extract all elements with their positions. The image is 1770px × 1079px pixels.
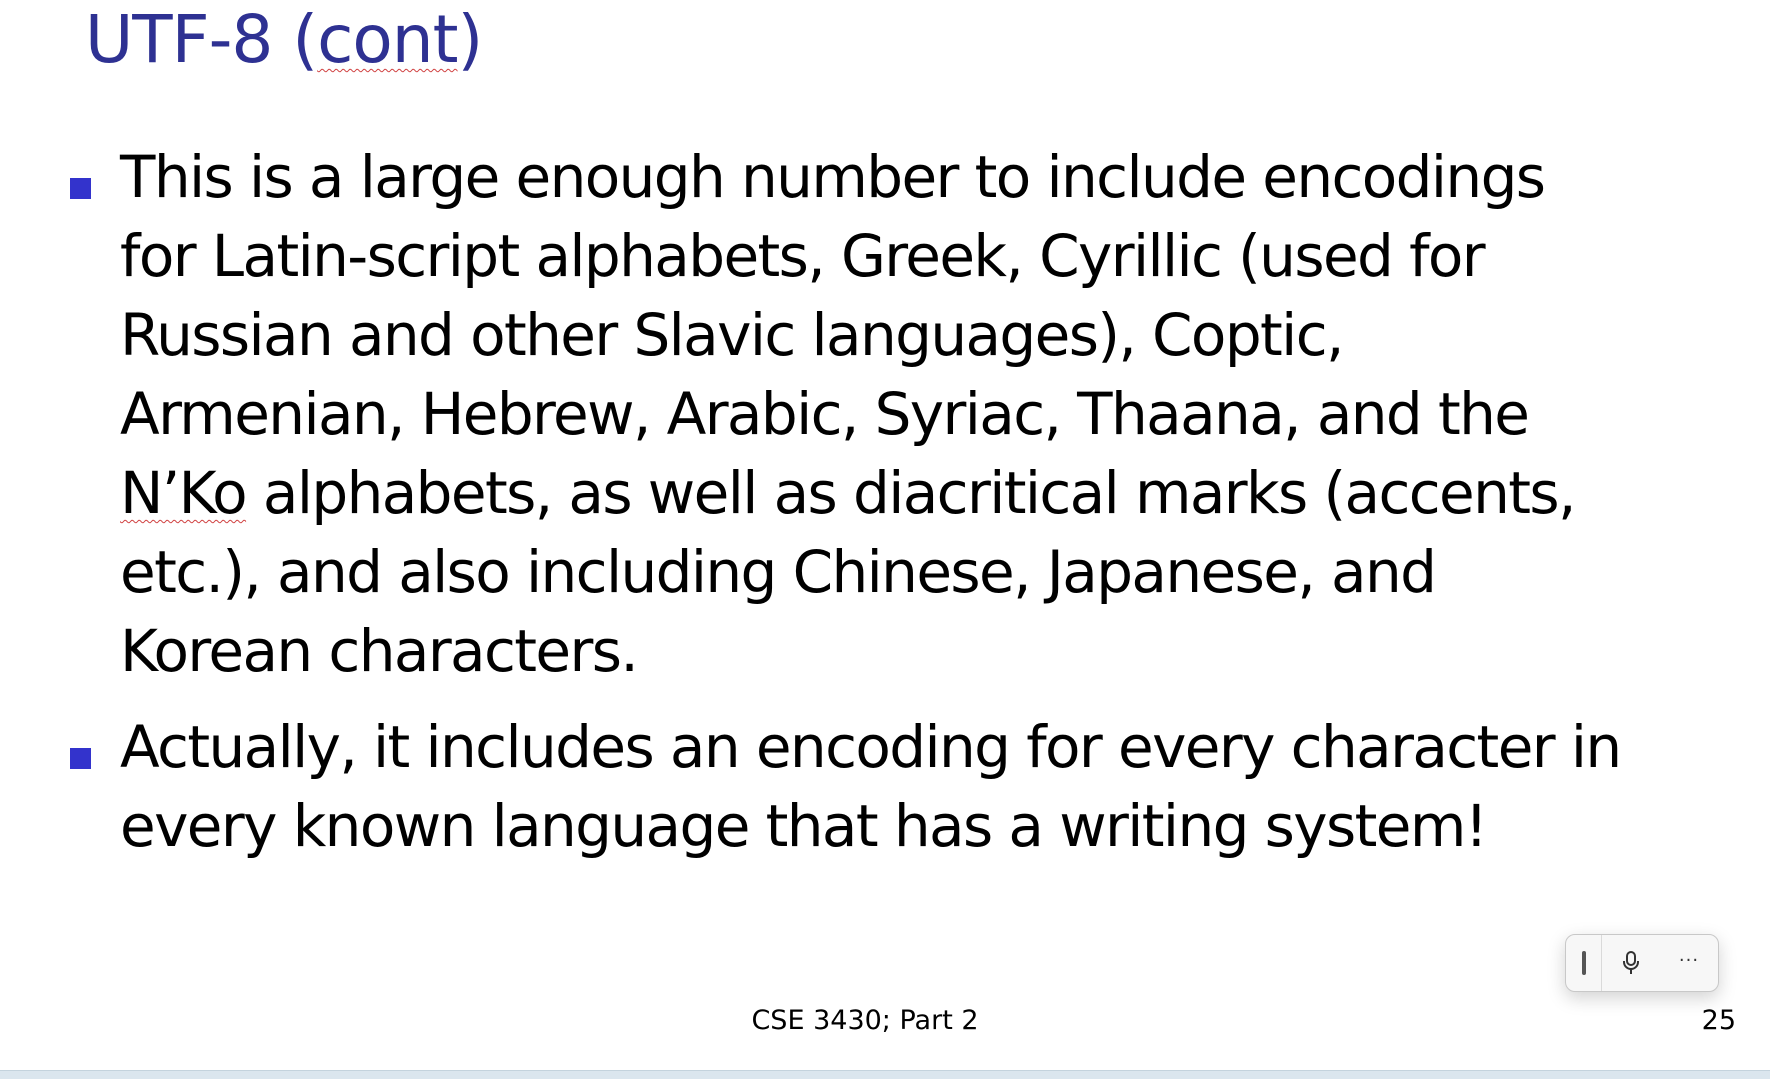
voice-typing-toolbar: ··· [1565,934,1719,992]
square-bullet-icon [70,178,91,199]
bullet-item: Actually, it includes an encoding for ev… [70,708,1622,860]
slide-footer: CSE 3430; Part 2 [751,1005,979,1036]
slide-title: UTF-8 (cont) [85,1,483,78]
slide-page-number: 25 [1701,1005,1736,1036]
grip-icon[interactable] [1566,935,1602,991]
bullet-text: This is a large enough number to include… [120,143,1576,685]
square-bullet-icon [70,748,91,769]
slide: UTF-8 (cont) This is a large enough numb… [0,0,1770,1070]
more-options-icon: ··· [1678,949,1700,971]
bullet-item: This is a large enough number to include… [70,138,1576,685]
microphone-icon [1623,951,1639,974]
microphone-button[interactable] [1602,935,1660,991]
bullet-text: Actually, it includes an encoding for ev… [120,713,1622,860]
more-options-button[interactable]: ··· [1660,935,1718,991]
